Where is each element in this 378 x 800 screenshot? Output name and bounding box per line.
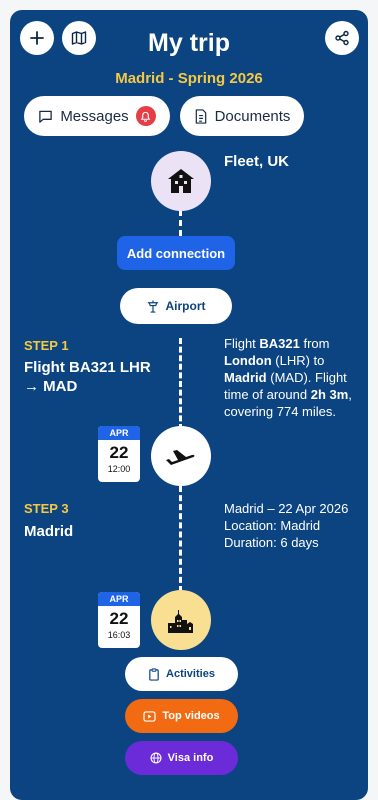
top-videos-button[interactable]: Top videos xyxy=(125,699,238,733)
visa-info-label: Visa info xyxy=(167,752,214,764)
page-title: My trip xyxy=(148,29,230,57)
airplane-icon xyxy=(166,450,195,465)
airport-tower-icon xyxy=(147,299,158,313)
documents-button[interactable]: Documents xyxy=(180,96,304,136)
step-title: Madrid xyxy=(24,523,74,540)
step-description: Madrid – 22 Apr 2026 Location: Madrid Du… xyxy=(224,501,349,550)
share-button[interactable] xyxy=(325,21,359,55)
origin-node xyxy=(151,151,211,211)
activities-button[interactable]: Activities xyxy=(125,657,238,691)
trip-panel: My trip Madrid - Spring 2026 Messages Do… xyxy=(10,10,368,800)
timeline-connector xyxy=(179,338,182,430)
document-icon xyxy=(195,108,206,124)
date-badge: APR 22 16:03 xyxy=(98,592,140,648)
origin-place: Fleet, UK xyxy=(224,153,290,170)
clipboard-icon xyxy=(149,667,159,681)
airport-label: Airport xyxy=(165,299,206,313)
flight-node[interactable] xyxy=(151,426,211,486)
step-description: Flight BA321 from London (LHR) to Madrid… xyxy=(224,336,352,419)
city-node[interactable] xyxy=(151,590,211,650)
airport-button[interactable]: Airport xyxy=(120,288,232,324)
activities-label: Activities xyxy=(166,668,215,680)
globe-icon xyxy=(150,752,162,764)
step-label: STEP 1 xyxy=(24,338,69,353)
chat-icon xyxy=(39,110,53,123)
city-icon xyxy=(168,610,193,633)
messages-label: Messages xyxy=(60,107,129,125)
top-videos-label: Top videos xyxy=(162,710,220,722)
bell-icon xyxy=(140,111,151,122)
messages-button[interactable]: Messages xyxy=(24,96,170,136)
notification-badge xyxy=(135,106,156,126)
trip-subtitle: Madrid - Spring 2026 xyxy=(115,70,263,87)
house-icon xyxy=(168,169,194,193)
date-badge: APR 22 12:00 xyxy=(98,426,140,482)
add-connection-button[interactable]: Add connection xyxy=(117,236,235,270)
video-icon xyxy=(143,710,156,722)
timeline-connector xyxy=(179,210,182,236)
step-label: STEP 3 xyxy=(24,501,69,516)
timeline-connector xyxy=(179,486,182,592)
visa-info-button[interactable]: Visa info xyxy=(125,741,238,775)
step-title: Flight BA321 LHR → MAD xyxy=(24,359,151,395)
share-icon xyxy=(335,30,349,46)
documents-label: Documents xyxy=(214,107,291,125)
